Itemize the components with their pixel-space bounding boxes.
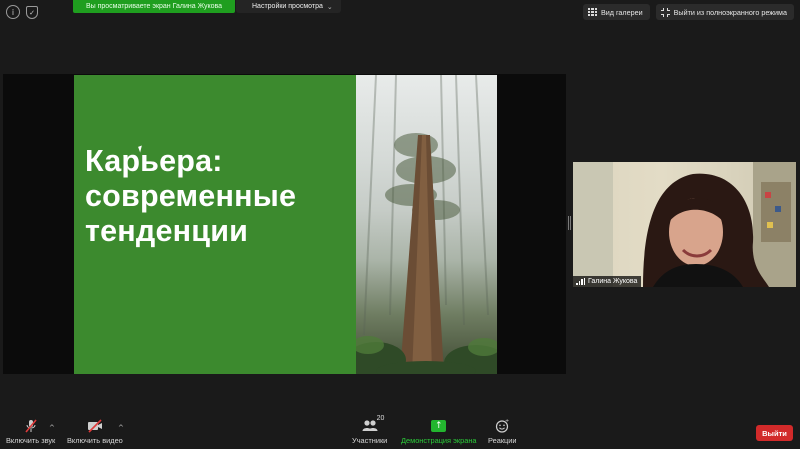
forest-photo — [356, 75, 497, 374]
unmute-button[interactable]: Включить звук — [6, 419, 55, 445]
participant-name-tag: Галина Жукова — [573, 276, 642, 287]
shield-icon[interactable]: ✓ — [26, 6, 38, 19]
video-options-caret-icon[interactable]: ^ — [118, 424, 124, 432]
unmute-label: Включить звук — [6, 436, 56, 445]
participant-video-tile[interactable]: Галина Жукова — [573, 162, 796, 287]
participants-label: Участники — [352, 436, 388, 445]
screen-sharing-banner: Вы просматриваете экран Галина Жукова — [73, 0, 235, 13]
participants-button[interactable]: 20 Участники — [352, 415, 388, 445]
exit-fullscreen-button[interactable]: Выйти из полноэкранного режима — [655, 4, 794, 20]
participant-name: Галина Жукова — [588, 278, 638, 285]
slide-title-panel: Карьера: современные тенденции — [74, 75, 356, 374]
presentation-slide: Карьера: современные тенденции — [74, 75, 497, 374]
grid-icon — [587, 7, 597, 17]
start-video-label: Включить видео — [67, 436, 123, 445]
share-screen-button[interactable]: ↑ Демонстрация экрана — [401, 419, 477, 445]
audio-options-caret-icon[interactable]: ^ — [49, 424, 55, 432]
signal-strength-icon — [576, 278, 585, 285]
chevron-down-icon: ⌄ — [326, 2, 333, 11]
shared-screen: Карьера: современные тенденции — [3, 74, 566, 374]
video-off-icon — [87, 419, 103, 433]
slide-title: Карьера: современные тенденции — [85, 144, 297, 249]
panel-resize-handle[interactable] — [568, 216, 571, 230]
share-screen-label: Демонстрация экрана — [401, 436, 477, 445]
participants-icon: 20 — [362, 415, 384, 433]
top-right-controls: Вид галереи Выйти из полноэкранного режи… — [582, 4, 794, 20]
exit-fullscreen-icon — [660, 7, 670, 17]
start-video-button[interactable]: Включить видео — [67, 419, 123, 445]
view-options-label: Настройки просмотра — [252, 3, 323, 10]
svg-text:+: + — [505, 419, 509, 424]
smiley-icon: + — [495, 419, 509, 433]
share-screen-icon: ↑ — [431, 420, 447, 432]
muted-microphone-icon — [24, 419, 38, 433]
top-left-icons: i ✓ — [6, 5, 38, 19]
view-options-button[interactable]: Настройки просмотра ⌄ — [236, 0, 341, 13]
gallery-view-label: Вид галереи — [600, 7, 643, 17]
info-icon[interactable]: i — [6, 5, 20, 19]
gallery-view-button[interactable]: Вид галереи — [582, 4, 650, 20]
leave-meeting-button[interactable]: Выйти — [756, 425, 793, 441]
exit-fullscreen-label: Выйти из полноэкранного режима — [673, 7, 787, 17]
reactions-button[interactable]: + Реакции — [488, 419, 517, 445]
reactions-label: Реакции — [488, 436, 517, 445]
participants-count: 20 — [376, 415, 385, 422]
